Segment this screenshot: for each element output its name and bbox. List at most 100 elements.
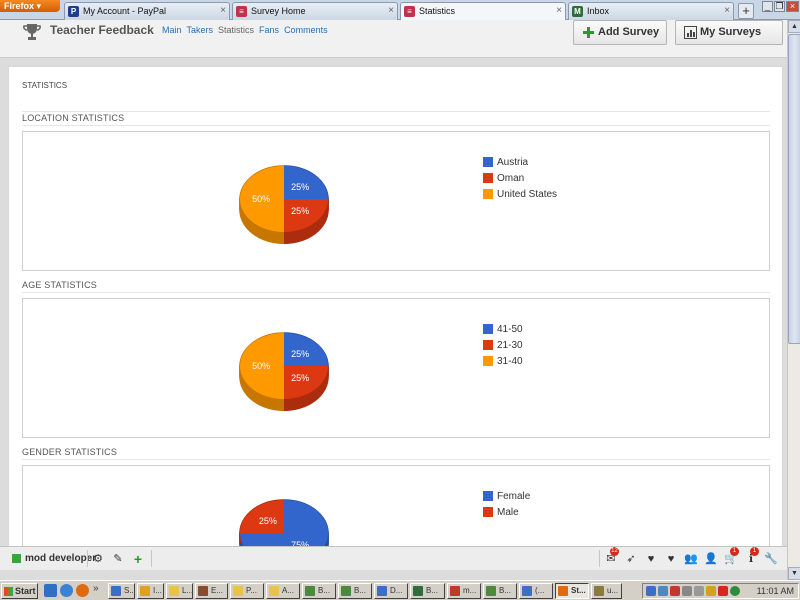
gear-icon[interactable]: ⚙ [91,552,105,566]
paypal-icon: P [68,6,79,17]
tab-survey-home[interactable]: ≡ Survey Home × [232,2,398,20]
minimize-icon[interactable]: _ [762,1,773,12]
browser-icon[interactable] [60,584,73,597]
divider [22,125,770,126]
divider [599,550,600,567]
developer-name[interactable]: mod developer [25,553,96,564]
close-icon[interactable]: × [556,3,562,19]
taskbar-task[interactable]: B... [338,583,372,599]
firefox-icon[interactable] [76,584,89,597]
legend-item: Austria [483,157,557,173]
legend-label: Oman [497,173,525,184]
pie-slice-label: 25% [291,373,309,383]
twitter-icon[interactable]: ➶ [624,552,638,566]
close-icon[interactable]: × [388,3,394,19]
tab-label: Survey Home [251,6,306,16]
legend-item: United States [483,189,557,205]
task-label: B... [499,586,512,595]
taskbar-task[interactable]: m... [447,583,481,599]
new-tab-button[interactable]: + [738,3,754,19]
tab-paypal[interactable]: P My Account - PayPal × [64,2,230,20]
legend-swatch [483,173,493,183]
taskbar-task[interactable]: St... [555,583,589,599]
taskbar-task[interactable]: B... [410,583,445,599]
trophy-icon [23,24,41,40]
app-icon [341,586,351,596]
shield-icon[interactable] [706,586,716,596]
app-icon [111,586,121,596]
scroll-up-icon[interactable]: ▲ [788,20,800,33]
add-survey-button[interactable]: Add Survey [573,20,667,45]
taskbar-task[interactable]: B... [483,583,517,599]
legend-item: 31-40 [483,356,523,372]
survey-nav: Main Takers Statistics Fans Comments [162,25,333,35]
nav-takers[interactable]: Takers [187,25,214,35]
quick-launch-overflow[interactable]: » [93,583,99,594]
age-pie-chart: 25% 25% 50% [239,332,329,411]
security-icon[interactable] [658,586,668,596]
add-icon[interactable]: + [131,552,145,566]
page-scrollbar[interactable]: ▲ ▼ [787,20,800,580]
age-chart-box: 25% 25% 50% 41-50 21-30 31-40 [22,298,770,438]
scrollbar-thumb[interactable] [788,34,800,344]
info-icon[interactable]: ℹ1 [744,547,759,566]
taskbar-task[interactable]: u... [591,583,622,599]
window-close-icon[interactable]: × [786,1,799,12]
task-label: P... [246,586,257,595]
nav-fans[interactable]: Fans [259,25,279,35]
taskbar-task[interactable]: S... [108,583,135,599]
legend-swatch [483,157,493,167]
task-label: St... [571,586,586,595]
update-icon[interactable] [730,586,740,596]
tab-inbox[interactable]: M Inbox × [568,2,734,20]
heart-icon[interactable]: ♥ [644,552,658,566]
app-icon [169,586,179,596]
taskbar-task[interactable]: A... [266,583,300,599]
taskbar-task[interactable]: L... [166,583,193,599]
legend-item: Oman [483,173,557,189]
restore-icon[interactable]: ❐ [774,1,785,12]
start-button[interactable]: Start [1,583,38,599]
acrobat-icon[interactable] [670,586,680,596]
task-label: A... [282,586,295,595]
printer-icon[interactable] [682,586,692,596]
location-chart-box: 25% 25% 50% Austria Oman United States [22,131,770,271]
taskbar-task[interactable]: I... [137,583,164,599]
taskbar-task[interactable]: B... [302,583,336,599]
volume-icon[interactable] [694,586,704,596]
firefox-menu-button[interactable]: Firefox ▾ [0,0,60,12]
survey-icon: ≡ [404,6,415,17]
info-badge: 1 [750,547,759,556]
pie-slice-label: 50% [252,361,270,371]
network-icon[interactable] [646,586,656,596]
legend-item: 41-50 [483,324,523,340]
taskbar-task[interactable]: (... [519,583,553,599]
close-icon[interactable]: × [724,3,730,19]
tab-statistics[interactable]: ≡ Statistics × [400,2,566,20]
legend-swatch [483,324,493,334]
taskbar-task[interactable]: E... [195,583,228,599]
scroll-down-icon[interactable]: ▼ [788,567,800,580]
app-icon [198,586,208,596]
close-icon[interactable]: × [220,3,226,19]
nav-comments[interactable]: Comments [284,25,328,35]
user-icon[interactable]: 👤 [704,552,718,566]
ie-icon[interactable] [44,584,57,597]
cart-icon[interactable]: 🛒 1 [724,547,739,566]
app-icon [522,586,532,596]
mail-icon[interactable]: ✉ 12 [604,547,619,566]
my-surveys-button[interactable]: My Surveys [675,20,783,45]
taskbar-task[interactable]: D... [374,583,408,599]
bar-chart-icon [684,26,697,39]
app-icon [269,586,279,596]
wrench-icon[interactable]: 🔧 [764,552,778,566]
edit-icon[interactable]: ✎ [111,552,125,566]
nav-main[interactable]: Main [162,25,182,35]
taskbar-task[interactable]: P... [230,583,264,599]
norton-icon[interactable] [718,586,728,596]
group-icon[interactable]: 👥 [684,552,698,566]
statistics-panel: STATISTICS LOCATION STATISTICS 25% 25% 50%… [8,66,783,548]
mail-icon: M [572,6,583,17]
legend-label: Male [497,507,519,518]
heart-outline-icon[interactable]: ♥ [664,552,678,566]
